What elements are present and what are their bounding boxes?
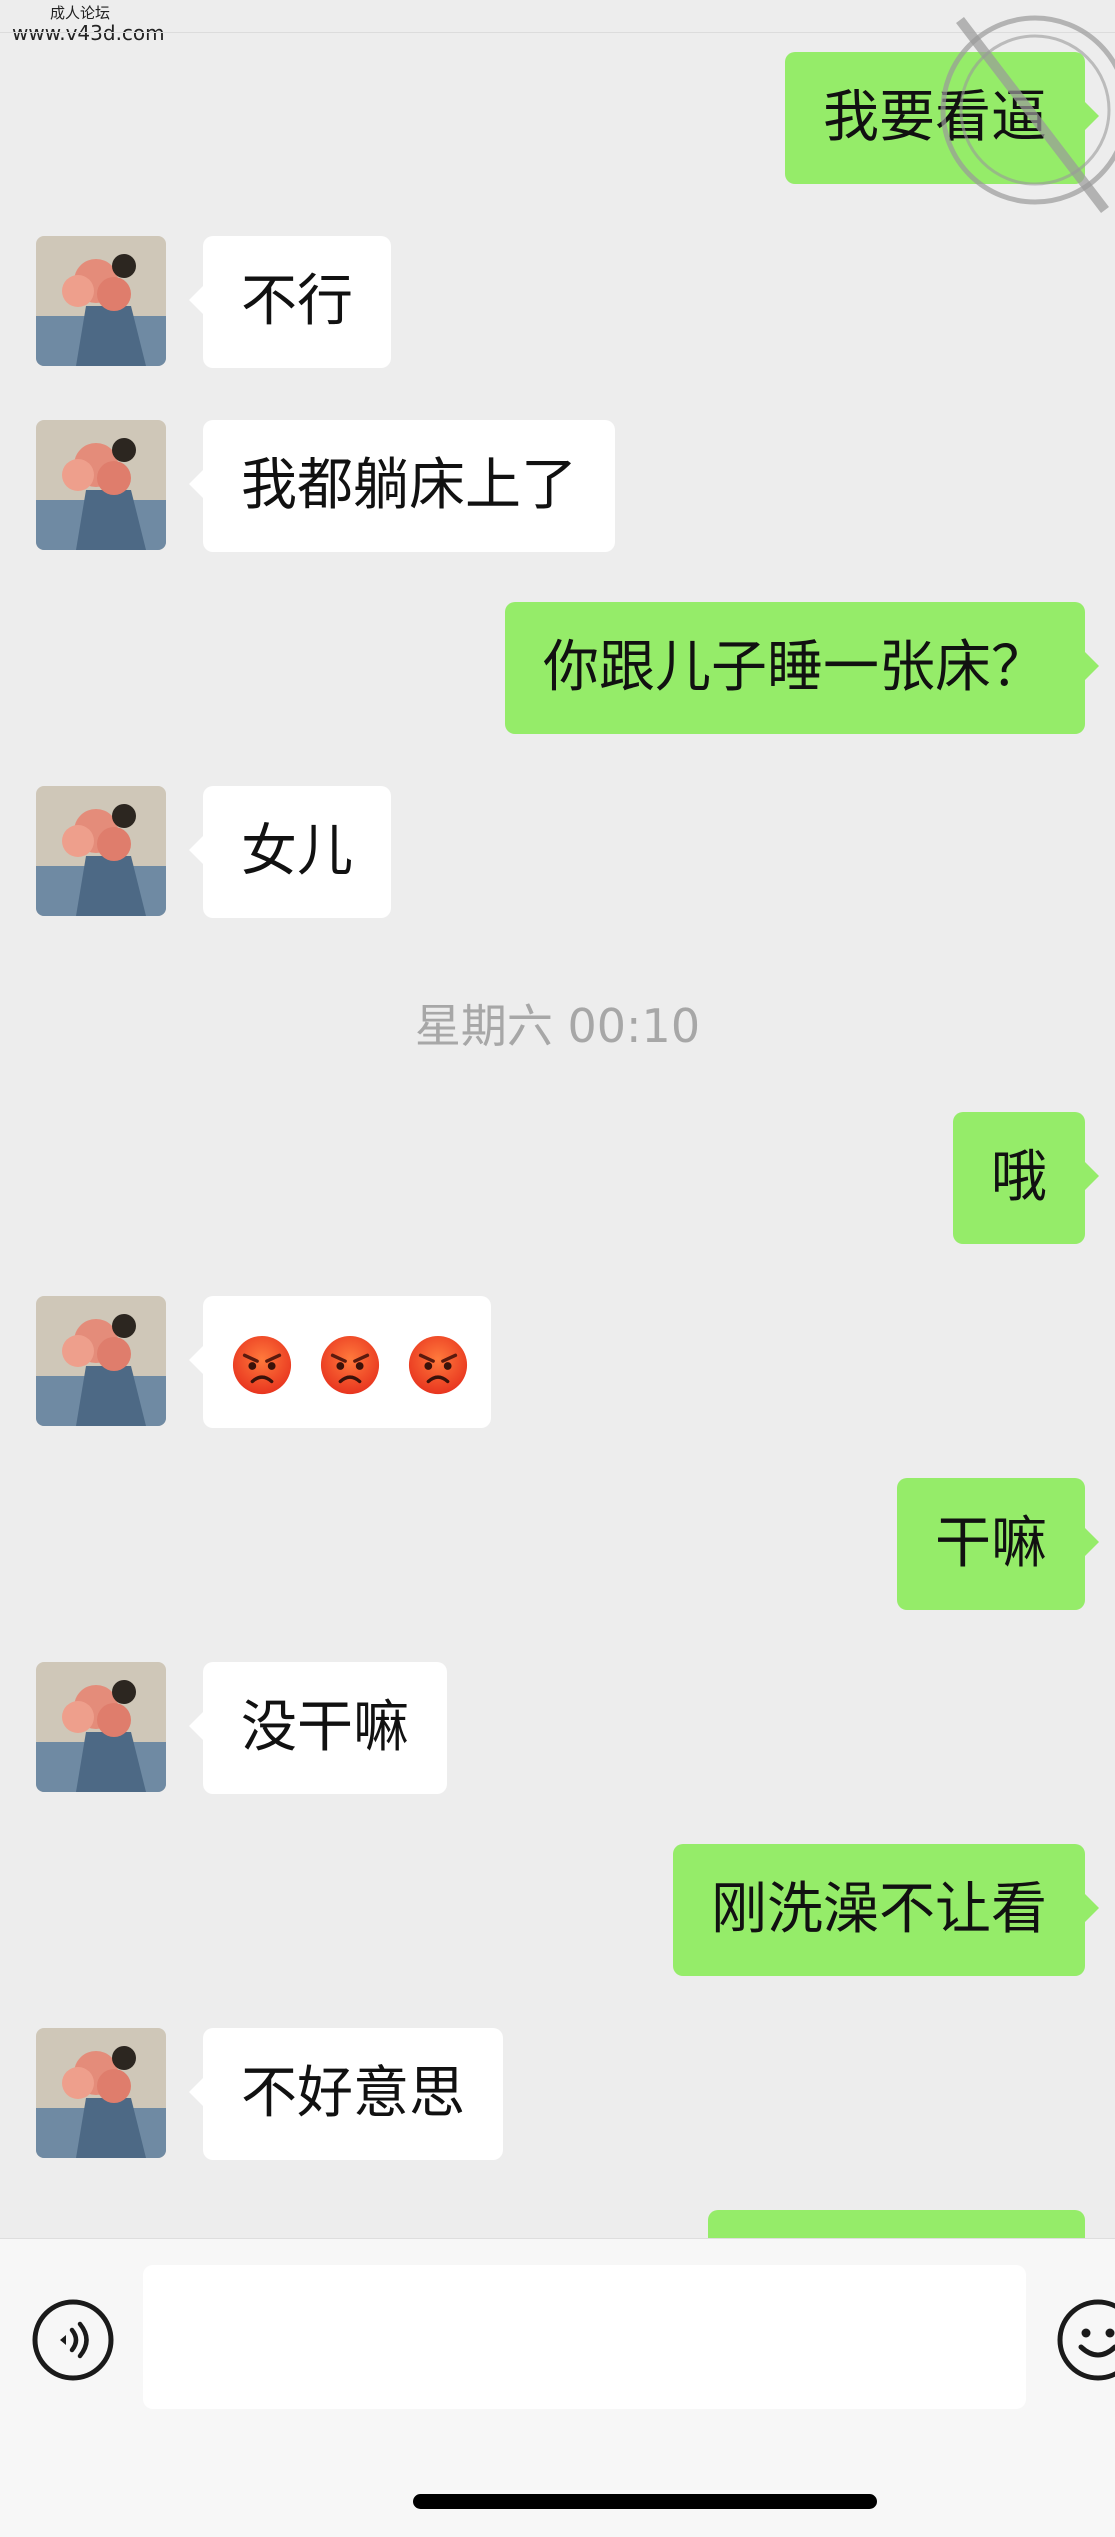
message-bubble-incoming[interactable]: 我都躺床上了 (189, 420, 615, 552)
angry-face-icon (408, 1335, 467, 1394)
input-bar (0, 2238, 1115, 2537)
message-text: 女儿 (241, 819, 353, 884)
emoji-icon[interactable] (1055, 2297, 1115, 2383)
avatar-image (36, 786, 166, 916)
home-indicator[interactable] (413, 2494, 877, 2509)
message-bubble-incoming[interactable]: 女儿 (189, 786, 391, 918)
seal-stamp-icon (940, 15, 1115, 214)
message-text: 你跟儿子睡一张床？ (543, 635, 1047, 700)
message-text: 刚洗澡不让看 (711, 1877, 1047, 1942)
message-text: 哦 (991, 1145, 1047, 1210)
message-bubble-incoming[interactable]: 不行 (189, 236, 391, 368)
message-input[interactable] (143, 2265, 1026, 2409)
message-text: 我都躺床上了 (241, 453, 577, 518)
message-bubble-incoming[interactable]: 不好意思 (189, 2028, 503, 2160)
message-bubble-incoming[interactable]: 没干嘛 (189, 1662, 447, 1794)
avatar-image (36, 1662, 166, 1792)
avatar-image (36, 420, 166, 550)
message-timestamp: 星期六 00:10 (414, 999, 701, 1053)
message-bubble-outgoing[interactable]: 你跟儿子睡一张床？ (505, 602, 1099, 734)
message-bubble-outgoing[interactable]: 哦 (953, 1112, 1099, 1244)
avatar[interactable] (36, 1662, 166, 1792)
watermark-url: www.v43d.com (12, 21, 165, 45)
avatar[interactable] (36, 786, 166, 916)
message-text: 不好意思 (241, 2061, 465, 2126)
avatar[interactable] (36, 2028, 166, 2158)
message-text: 不行 (241, 269, 353, 334)
message-text: 干嘛 (935, 1511, 1047, 1576)
avatar[interactable] (36, 1296, 166, 1426)
angry-face-icon (320, 1335, 379, 1394)
avatar-image (36, 236, 166, 366)
watermark-top-text: 成人论坛 (50, 4, 111, 22)
angry-face-icon (232, 1335, 292, 1394)
avatar[interactable] (36, 236, 166, 366)
avatar-image (36, 2028, 166, 2158)
avatar[interactable] (36, 420, 166, 550)
avatar-image (36, 1296, 166, 1426)
watermark: 成人论坛 www.v43d.com (12, 4, 165, 44)
message-bubble-outgoing[interactable]: 干嘛 (897, 1478, 1099, 1610)
message-text: 没干嘛 (241, 1695, 409, 1760)
voice-icon[interactable] (30, 2297, 116, 2383)
message-bubble-incoming[interactable] (189, 1296, 491, 1428)
message-bubble-outgoing[interactable]: 刚洗澡不让看 (673, 1844, 1099, 1976)
